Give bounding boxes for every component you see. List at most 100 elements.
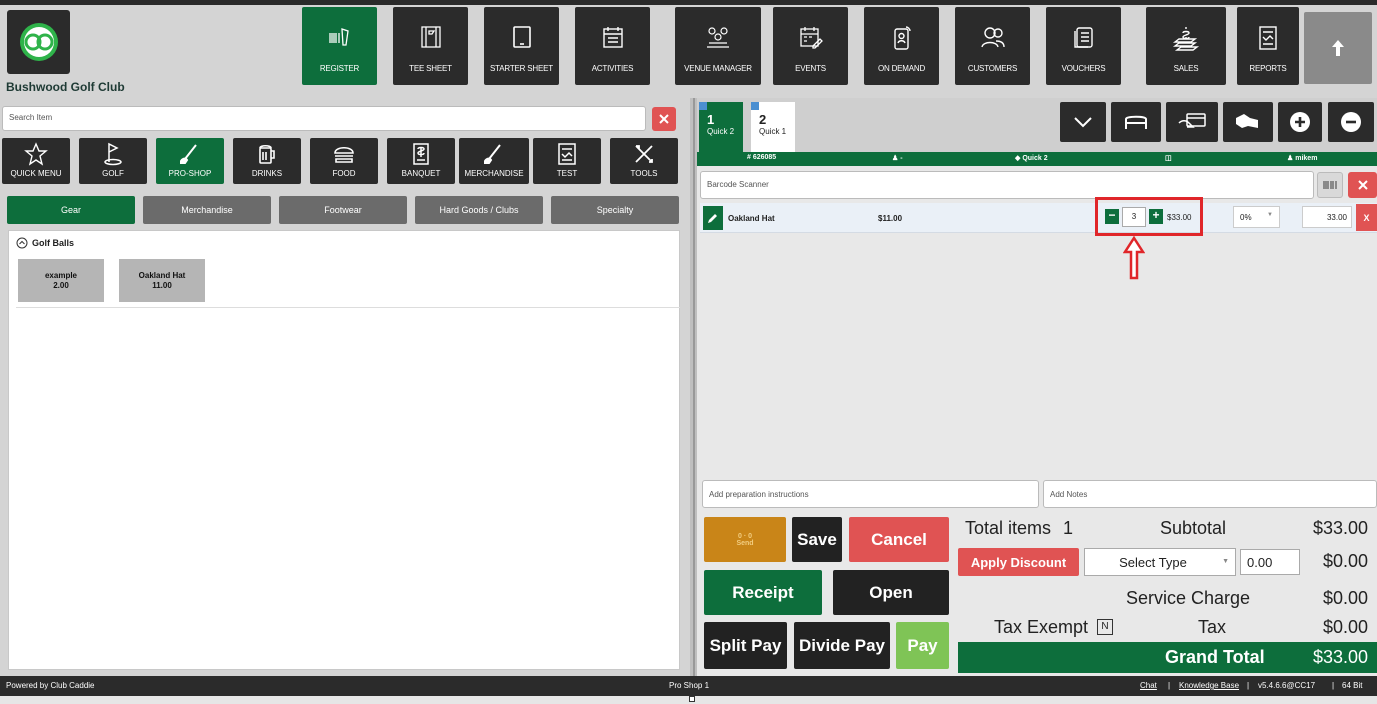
club-logo[interactable] [7, 10, 70, 74]
item-group-header[interactable]: Golf Balls [16, 237, 74, 249]
save-button[interactable]: Save [792, 517, 842, 562]
nav-tee-sheet[interactable]: TEE SHEET [393, 7, 468, 85]
hand-card-icon [1177, 111, 1207, 133]
nav-on-demand[interactable]: ON DEMAND [864, 7, 939, 85]
subtotal-value: $33.00 [1312, 518, 1368, 538]
clear-barcode-button[interactable] [1348, 172, 1377, 198]
send-button[interactable]: 0 · 0 Send [704, 517, 786, 562]
nav-activities[interactable]: ACTIVITIES [575, 7, 650, 85]
collapse-header-button[interactable] [1304, 12, 1372, 84]
powered-by: Powered by Club Caddie [6, 681, 95, 690]
resize-handle[interactable] [689, 696, 695, 702]
user-icon: ♟ [892, 155, 901, 162]
item-price: 11.00 [152, 281, 172, 290]
add-order-button[interactable] [1278, 102, 1322, 142]
decrease-quantity-button[interactable]: − [1105, 209, 1119, 224]
subtotal-label: Subtotal [1160, 518, 1227, 538]
item-card-example[interactable]: example 2.00 [18, 259, 104, 302]
nav-customers[interactable]: CUSTOMERS [955, 7, 1030, 85]
category-pro-shop[interactable]: PRO-SHOP [156, 138, 224, 184]
document-dollar-icon [409, 142, 433, 166]
star-icon [24, 142, 48, 166]
apply-discount-button[interactable]: Apply Discount [958, 548, 1079, 576]
item-card-oakland-hat[interactable]: Oakland Hat 11.00 [119, 259, 205, 302]
search-input[interactable]: Search Item [2, 106, 646, 131]
category-food[interactable]: FOOD [310, 138, 378, 184]
tax-value: $0.00 [1322, 617, 1368, 637]
category-banquet[interactable]: BANQUET [387, 138, 455, 184]
line-item-total: $33.00 [1167, 213, 1192, 222]
report-icon [555, 142, 579, 166]
pay-button[interactable]: Pay [896, 622, 949, 669]
line-amount-input[interactable]: 33.00 [1302, 206, 1352, 228]
calendar-edit-icon [799, 25, 823, 49]
discount-type-value: Select Type [1119, 554, 1187, 570]
item-grid-area [8, 230, 680, 670]
subtab-footwear[interactable]: Footwear [279, 196, 407, 224]
knowledge-base-text[interactable]: Knowledge Base [1179, 681, 1239, 690]
calendar-list-icon [602, 25, 624, 49]
nav-label: ACTIVITIES [591, 64, 634, 73]
card-swipe-button[interactable] [1166, 102, 1218, 142]
remove-order-button[interactable] [1328, 102, 1374, 142]
receipt-button[interactable]: Receipt [704, 570, 822, 615]
chat-link-text[interactable]: Chat [1140, 681, 1157, 690]
edit-line-button[interactable] [703, 206, 723, 230]
nav-label: REGISTER [319, 64, 360, 73]
chat-link[interactable]: Chat [1140, 681, 1157, 690]
nav-starter-sheet[interactable]: STARTER SHEET [484, 7, 559, 85]
knowledge-base-link[interactable]: Knowledge Base [1179, 681, 1239, 690]
category-label: BANQUET [401, 169, 441, 178]
payment-hand-button[interactable] [1223, 102, 1273, 142]
barcode-icon [1323, 181, 1337, 189]
barcode-scanner-input[interactable]: Barcode Scanner [700, 171, 1314, 199]
nav-events[interactable]: EVENTS [773, 7, 848, 85]
category-golf[interactable]: GOLF [79, 138, 147, 184]
category-label: MERCHANDISE [464, 169, 524, 178]
order-tab-2[interactable]: 2 Quick 1 [751, 102, 795, 152]
footer-separator: | [1247, 681, 1250, 690]
nav-register[interactable]: REGISTER [302, 7, 377, 85]
increase-quantity-button[interactable]: + [1149, 209, 1163, 224]
nav-venue-manager[interactable]: VENUE MANAGER [675, 7, 761, 85]
customer[interactable]: ♟ - [892, 154, 903, 162]
subtab-hard-goods-clubs[interactable]: Hard Goods / Clubs [415, 196, 543, 224]
subtab-specialty[interactable]: Specialty [551, 196, 679, 224]
divide-pay-button[interactable]: Divide Pay [794, 622, 890, 669]
clear-search-button[interactable] [652, 107, 676, 131]
discount-type-select[interactable]: Select Type ▼ [1084, 548, 1236, 576]
golf-club-icon [178, 142, 202, 166]
item-name: example [44, 271, 78, 280]
notes-input[interactable]: Add Notes [1043, 480, 1377, 508]
category-test[interactable]: TEST [533, 138, 601, 184]
tax-exempt-toggle[interactable]: N [1097, 619, 1113, 635]
nav-label: SALES [1173, 64, 1199, 73]
category-quick-menu[interactable]: QUICK MENU [2, 138, 70, 184]
nav-vouchers[interactable]: VOUCHERS [1046, 7, 1121, 85]
category-tools[interactable]: TOOLS [610, 138, 678, 184]
subtab-gear[interactable]: Gear [7, 196, 135, 224]
chevron-down-icon [1073, 116, 1093, 128]
barcode-button[interactable] [1317, 172, 1343, 198]
station-name: Pro Shop 1 [669, 681, 710, 690]
discount-amount-input[interactable]: 0.00 [1240, 549, 1300, 575]
split-pay-button[interactable]: Split Pay [704, 622, 787, 669]
subtab-merchandise[interactable]: Merchandise [143, 196, 271, 224]
minus-circle-icon [1340, 111, 1362, 133]
divider [16, 307, 680, 308]
dropdown-toggle-button[interactable] [1060, 102, 1106, 142]
nav-sales[interactable]: SALES [1146, 7, 1226, 85]
open-drawer-button[interactable] [1111, 102, 1161, 142]
remove-line-button[interactable]: X [1356, 204, 1377, 231]
order-name: Quick 1 [759, 127, 787, 136]
category-drinks[interactable]: DRINKS [233, 138, 301, 184]
line-discount-select[interactable]: 0% ▼ [1233, 206, 1280, 228]
cancel-button[interactable]: Cancel [849, 517, 949, 562]
nav-reports[interactable]: REPORTS [1237, 7, 1299, 85]
total-items-label: Total items [965, 518, 1052, 538]
preparation-instructions-input[interactable]: Add preparation instructions [702, 480, 1039, 508]
quantity-input[interactable]: 3 [1122, 207, 1146, 227]
category-merchandise[interactable]: MERCHANDISE [459, 138, 529, 184]
order-tab-1[interactable]: 1 Quick 2 [699, 102, 743, 152]
open-button[interactable]: Open [833, 570, 949, 615]
